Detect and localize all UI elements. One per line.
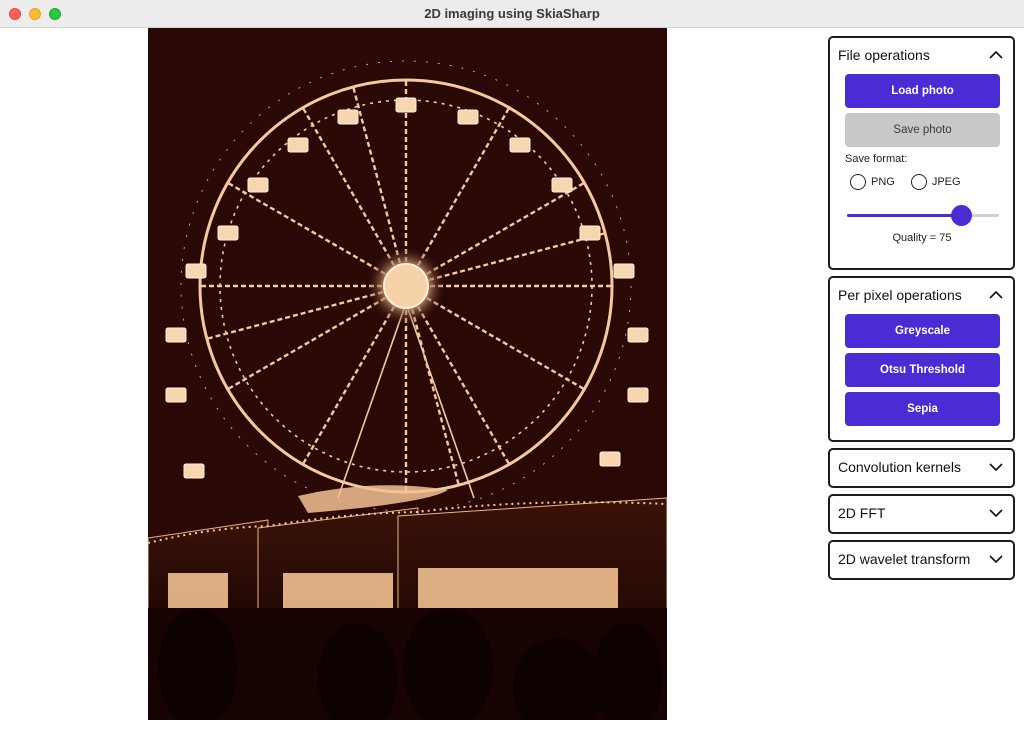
chevron-down-icon[interactable] xyxy=(989,506,1003,520)
quality-slider[interactable] xyxy=(847,203,999,227)
save-photo-button[interactable]: Save photo xyxy=(845,113,1000,147)
convolution-kernels-header[interactable]: Convolution kernels xyxy=(830,450,1013,484)
quality-label: Quality = 75 xyxy=(892,232,952,244)
quality-slider-fill xyxy=(847,214,961,217)
load-photo-button[interactable]: Load photo xyxy=(845,74,1000,108)
convolution-kernels-title: Convolution kernels xyxy=(838,459,961,475)
wavelet-transform-header[interactable]: 2D wavelet transform xyxy=(830,542,1013,576)
photo-view xyxy=(148,28,667,720)
fft-title: 2D FFT xyxy=(838,505,886,521)
per-pixel-operations-title: Per pixel operations xyxy=(838,287,962,303)
greyscale-button[interactable]: Greyscale xyxy=(845,314,1000,348)
file-operations-header[interactable]: File operations xyxy=(830,38,1013,72)
per-pixel-operations-header[interactable]: Per pixel operations xyxy=(830,278,1013,312)
sepia-ferris-wheel-photo xyxy=(148,28,667,720)
png-radio[interactable] xyxy=(850,174,866,190)
save-format-radio-group: PNG JPEG xyxy=(850,174,999,190)
wavelet-transform-title: 2D wavelet transform xyxy=(838,551,971,567)
jpeg-radio-label: JPEG xyxy=(931,176,961,188)
title-bar: 2D imaging using SkiaSharp xyxy=(0,0,1024,28)
file-operations-title: File operations xyxy=(838,47,930,63)
chevron-up-icon[interactable] xyxy=(989,288,1003,302)
sepia-button[interactable]: Sepia xyxy=(845,392,1000,426)
chevron-down-icon[interactable] xyxy=(989,552,1003,566)
quality-slider-thumb[interactable] xyxy=(951,205,972,226)
convolution-kernels-panel[interactable]: Convolution kernels xyxy=(828,448,1015,488)
window-title: 2D imaging using SkiaSharp xyxy=(424,6,600,21)
fft-header[interactable]: 2D FFT xyxy=(830,496,1013,530)
png-radio-label: PNG xyxy=(871,176,895,188)
per-pixel-operations-panel: Per pixel operations Greyscale Otsu Thre… xyxy=(828,276,1015,442)
fft-panel[interactable]: 2D FFT xyxy=(828,494,1015,534)
chevron-down-icon[interactable] xyxy=(989,460,1003,474)
wavelet-transform-panel[interactable]: 2D wavelet transform xyxy=(828,540,1015,580)
otsu-threshold-button[interactable]: Otsu Threshold xyxy=(845,353,1000,387)
save-format-label: Save format: xyxy=(845,153,908,165)
file-operations-panel: File operations Load photo Save photo Sa… xyxy=(828,36,1015,270)
jpeg-radio[interactable] xyxy=(910,174,927,190)
chevron-up-icon[interactable] xyxy=(989,48,1003,62)
